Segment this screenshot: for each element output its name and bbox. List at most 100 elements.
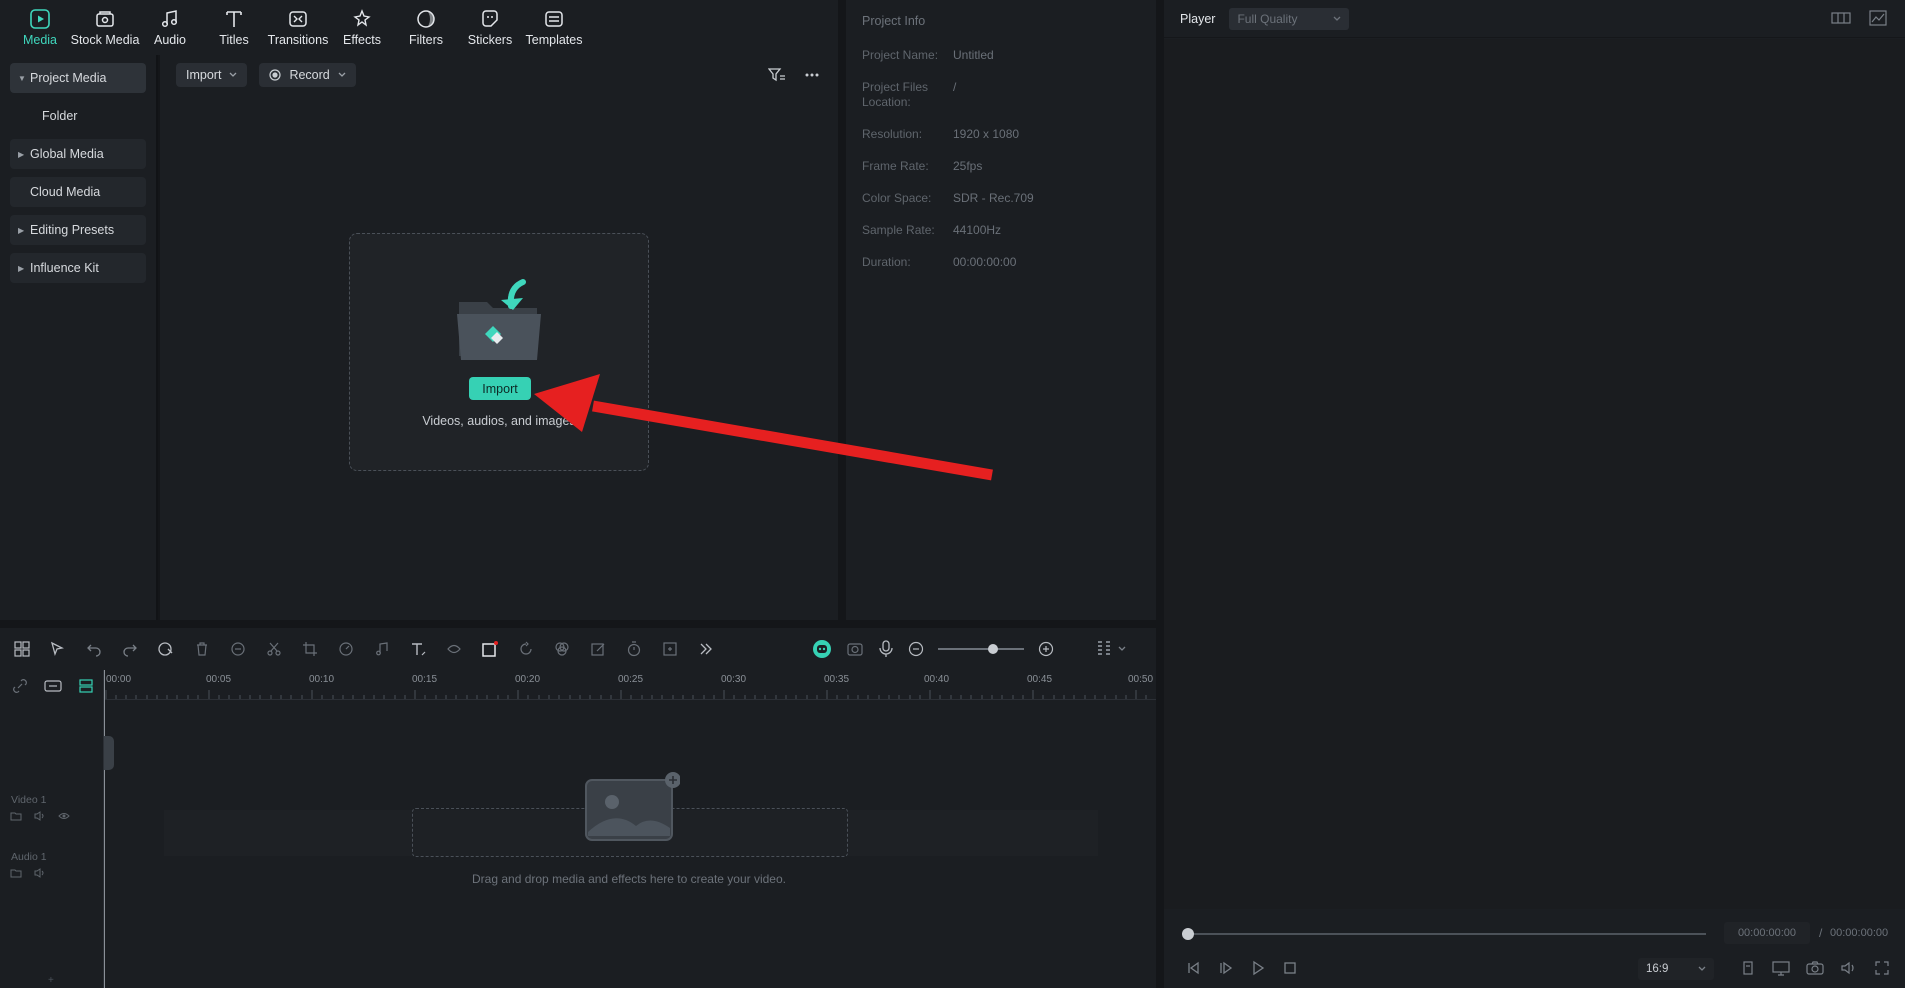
crop-icon[interactable] (292, 634, 328, 664)
expand-down-icon: ▼ (18, 73, 26, 83)
play-forward-icon[interactable] (1218, 960, 1234, 976)
ruler-mark: 00:10 (309, 674, 335, 685)
tab-stickers[interactable]: Stickers (458, 0, 522, 55)
ruler-mark: 00:35 (824, 674, 850, 685)
folder-import-icon (453, 276, 549, 366)
tab-effects[interactable]: Effects (330, 0, 394, 55)
track-collapse-handle[interactable] (104, 736, 114, 770)
sidebar-item-global-media[interactable]: ▶ Global Media (10, 139, 146, 169)
ripple-delete-icon[interactable] (220, 634, 256, 664)
microphone-icon[interactable] (878, 640, 894, 658)
import-button[interactable]: Import (469, 377, 531, 400)
audio-edit-icon[interactable] (364, 634, 400, 664)
play-icon[interactable] (1250, 960, 1266, 976)
info-row-color-space: Color Space: SDR - Rec.709 (862, 191, 1140, 206)
auto-reframe-icon[interactable] (652, 634, 688, 664)
timeline-right-tools (812, 628, 1126, 670)
speed-icon[interactable] (328, 634, 364, 664)
edit-icon[interactable] (580, 634, 616, 664)
redo-icon[interactable] (112, 634, 148, 664)
mask-icon[interactable] (436, 634, 472, 664)
fullscreen-icon[interactable] (1874, 960, 1890, 976)
chevron-down-icon[interactable] (1118, 646, 1126, 652)
more-tools-icon[interactable] (688, 634, 724, 664)
tab-stock-media[interactable]: Stock Media (71, 0, 139, 55)
track-label-audio: Audio 1 (11, 851, 47, 863)
player-scrub-handle[interactable] (1182, 928, 1194, 940)
display-icon[interactable] (1772, 960, 1790, 976)
zoom-out-icon[interactable] (908, 641, 924, 657)
record-dropdown-label: Record (289, 68, 330, 82)
add-icon[interactable]: + (48, 975, 54, 986)
track-folder-icon[interactable] (10, 810, 22, 822)
player-title: Player (1180, 11, 1216, 26)
tab-transitions[interactable]: Transitions (266, 0, 330, 55)
track-header-tools (12, 678, 94, 694)
delete-icon[interactable] (184, 634, 220, 664)
top-tab-bar: Media Stock Media Audio Titles Transitio… (0, 0, 838, 55)
sidebar-item-label: Project Media (30, 71, 107, 85)
templates-icon (541, 6, 567, 32)
marker-icon[interactable] (1740, 960, 1756, 976)
add-track-icon[interactable] (78, 678, 94, 694)
zoom-slider[interactable] (938, 644, 1024, 654)
player-scrub-track[interactable] (1186, 933, 1706, 935)
color-icon[interactable] (544, 634, 580, 664)
track-layout-icon[interactable] (1096, 640, 1112, 658)
undo-icon[interactable] (76, 634, 112, 664)
split-icon[interactable] (256, 634, 292, 664)
media-sidebar: ▼ Project Media Folder ▶ Global Media Cl… (0, 55, 158, 620)
render-icon[interactable] (846, 640, 864, 658)
tab-templates[interactable]: Templates (522, 0, 586, 55)
record-dropdown[interactable]: Record (259, 63, 356, 87)
total-timecode: 00:00:00:00 (1830, 927, 1889, 939)
text-tool-icon[interactable] (400, 634, 436, 664)
chevron-down-icon (1333, 16, 1341, 22)
sidebar-item-influence-kit[interactable]: ▶ Influence Kit (10, 253, 146, 283)
link-clip-icon[interactable] (44, 678, 62, 694)
filter-sort-icon[interactable] (768, 67, 786, 83)
more-options-icon[interactable] (804, 67, 820, 83)
unlink-icon[interactable] (12, 678, 28, 694)
expand-right-icon: ▶ (18, 225, 25, 235)
volume-icon[interactable] (1840, 960, 1858, 976)
tab-titles-label: Titles (219, 33, 249, 47)
frame-icon[interactable] (472, 634, 508, 664)
timeline-ruler[interactable]: 00:00 00:05 00:10 00:15 00:20 00:25 00:3… (104, 670, 1156, 700)
sidebar-item-label: Folder (42, 109, 78, 123)
import-dropdown[interactable]: Import (176, 63, 248, 87)
ai-cutout-icon[interactable] (148, 634, 184, 664)
ai-assistant-icon[interactable] (812, 639, 832, 659)
previous-frame-icon[interactable] (1186, 960, 1202, 976)
info-key: Project Files Location: (862, 80, 929, 109)
tab-audio[interactable]: Audio (138, 0, 202, 55)
track-audio-icon[interactable] (34, 810, 46, 822)
rotate-icon[interactable] (508, 634, 544, 664)
snapshot-icon[interactable] (1806, 960, 1824, 976)
stickers-icon (477, 6, 503, 32)
grid-layout-icon[interactable] (4, 634, 40, 664)
zoom-in-icon[interactable] (1038, 641, 1054, 657)
media-placeholder-icon (584, 770, 680, 842)
timer-icon[interactable] (616, 634, 652, 664)
stop-icon[interactable] (1282, 960, 1298, 976)
aspect-ratio-dropdown[interactable]: 16:9 (1638, 958, 1714, 980)
info-row-frame-rate: Frame Rate: 25fps (862, 159, 1140, 174)
sidebar-item-editing-presets[interactable]: ▶ Editing Presets (10, 215, 146, 245)
import-drop-area[interactable]: Import Videos, audios, and images (349, 233, 649, 471)
tab-filters[interactable]: Filters (394, 0, 458, 55)
sidebar-item-cloud-media[interactable]: Cloud Media (10, 177, 146, 207)
zoom-slider-handle[interactable] (988, 644, 998, 654)
stock-media-icon (92, 6, 118, 32)
sidebar-item-folder[interactable]: Folder (10, 101, 146, 131)
quality-dropdown[interactable]: Full Quality (1229, 7, 1350, 30)
tab-titles[interactable]: Titles (202, 0, 266, 55)
timeline-playhead[interactable] (104, 670, 105, 988)
sidebar-item-label: Editing Presets (30, 223, 115, 237)
scopes-icon[interactable] (1869, 10, 1887, 26)
track-visibility-icon[interactable] (58, 810, 70, 822)
select-tool-icon[interactable] (40, 634, 76, 664)
tab-media[interactable]: Media (8, 0, 72, 55)
layout-icon[interactable] (1831, 10, 1851, 26)
sidebar-item-project-media[interactable]: ▼ Project Media (10, 63, 146, 93)
